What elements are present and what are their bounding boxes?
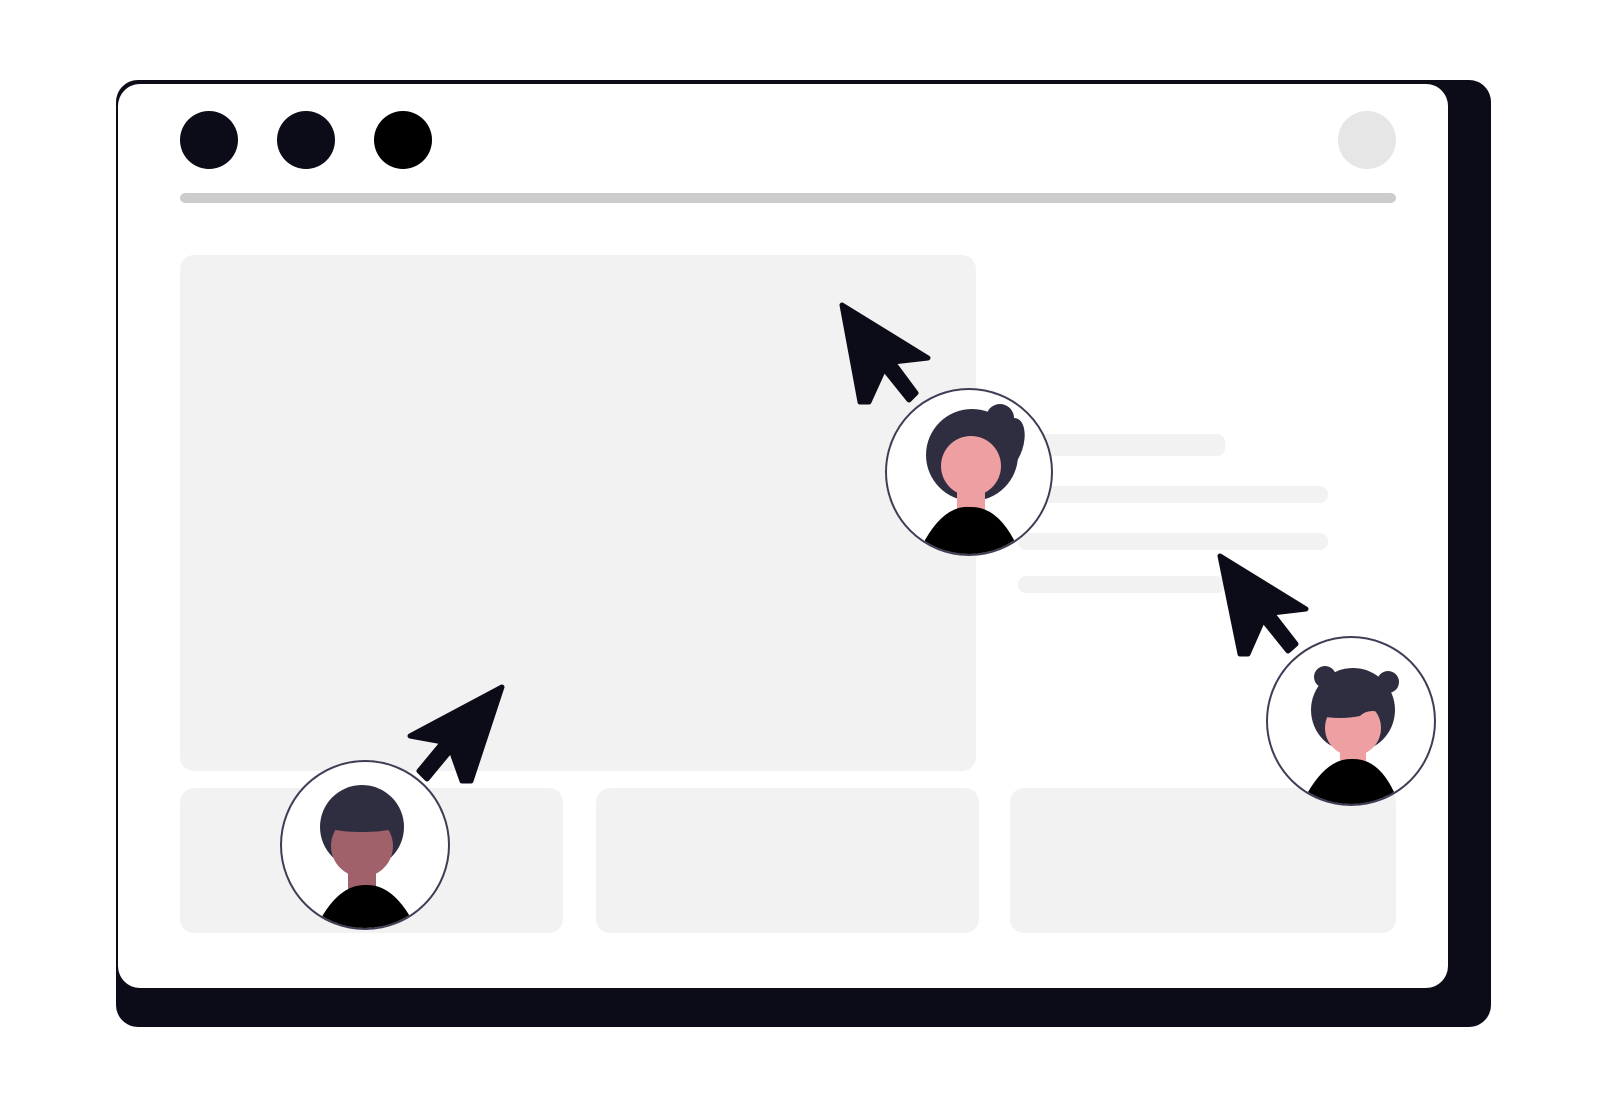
avatar-collaborator-left	[280, 760, 450, 930]
collaboration-overlay	[280, 302, 1436, 930]
cursor-pointer-icon	[839, 302, 931, 405]
cursor-pointer-icon	[407, 684, 505, 784]
avatar-collaborator-center	[885, 388, 1053, 556]
cursor-pointer-icon	[1217, 553, 1309, 657]
avatar-collaborator-right	[1266, 636, 1436, 806]
illustration-canvas	[0, 0, 1598, 1104]
